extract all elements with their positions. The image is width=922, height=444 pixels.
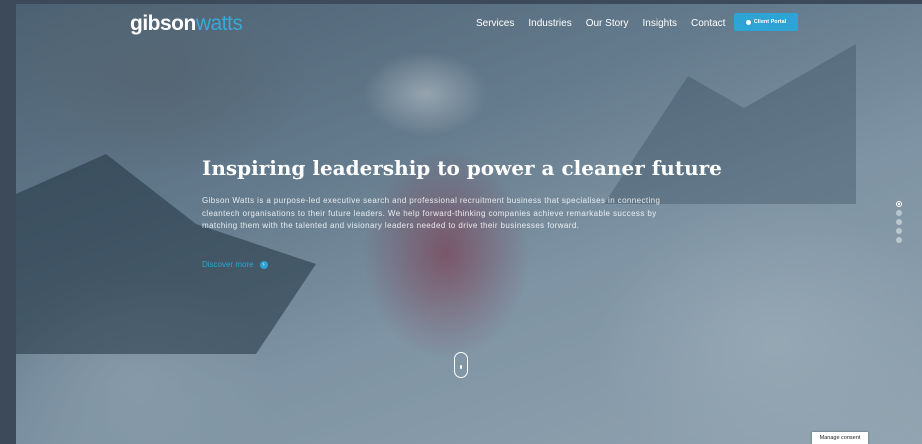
slider-dot-3[interactable]: [896, 219, 902, 225]
client-portal-label: Client Portal: [753, 19, 787, 25]
brand-logo[interactable]: gibsonwatts: [130, 12, 243, 36]
slider-dot-1[interactable]: [896, 201, 902, 207]
hero-headline: Inspiring leadership to power a cleaner …: [202, 156, 722, 180]
main-nav: Services Industries Our Story Insights C…: [476, 18, 725, 29]
manage-consent-button[interactable]: Manage consent: [812, 432, 868, 444]
slider-dot-2[interactable]: [896, 210, 902, 216]
page-frame: gibsonwatts Services Industries Our Stor…: [16, 4, 922, 444]
slider-dot-4[interactable]: [896, 228, 902, 234]
hero-paragraph: Gibson Watts is a purpose-led executive …: [202, 196, 661, 230]
discover-more-link[interactable]: Discover more ›: [202, 260, 268, 269]
nav-item-services[interactable]: Services: [476, 18, 514, 29]
mouse-scroll-icon[interactable]: [454, 352, 468, 378]
scroll-wheel: [459, 365, 462, 369]
slider-pagination: [896, 201, 902, 243]
discover-more-label: Discover more: [202, 260, 254, 269]
brand-logo-part-2: watts: [195, 12, 243, 35]
client-portal-button[interactable]: Client Portal: [734, 13, 798, 31]
nav-item-industries[interactable]: Industries: [528, 18, 571, 29]
slider-dot-5[interactable]: [896, 237, 902, 243]
user-icon: [745, 19, 751, 25]
arrow-right-icon: ›: [259, 260, 268, 269]
brand-logo-part-1: gibson: [130, 12, 196, 35]
nav-item-insights[interactable]: Insights: [643, 18, 677, 29]
nav-item-contact[interactable]: Contact: [691, 18, 725, 29]
nav-item-our-story[interactable]: Our Story: [586, 18, 629, 29]
